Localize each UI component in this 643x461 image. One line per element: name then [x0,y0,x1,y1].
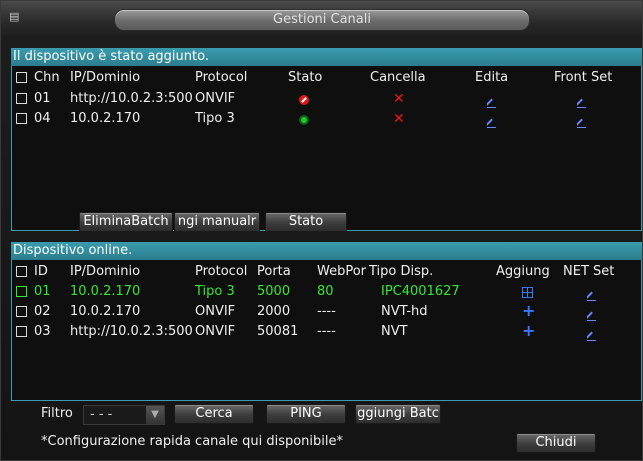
row-tipo: NVT-hd [381,304,428,319]
disconnected-icon [299,90,309,110]
row-chn: 04 [34,111,51,126]
window-menu-icon[interactable]: ▤ [9,11,19,23]
row-tipo: IPC4001627 [381,284,460,299]
row-webport: 80 [317,284,334,299]
col-protocol: Protocol [195,264,248,279]
row-checkbox[interactable] [16,306,27,317]
table-row[interactable]: 03 http://10.0.2.3:500 ONVIF 50081 ---- … [12,321,641,342]
added-table-header: Chn IP/Dominio Protocol Stato Cancella E… [12,68,641,88]
table-row[interactable]: 01 http://10.0.2.3:500 ONVIF ✕ [12,89,641,109]
filter-select[interactable]: - - - ▼ [83,405,165,425]
online-devices-panel: ID IP/Dominio Protocol Porta WebPor Tipo… [11,260,642,401]
row-id: 03 [34,324,51,339]
row-chn: 01 [34,91,51,106]
row-tipo: NVT [381,324,408,339]
ping-button[interactable]: PING [266,404,346,424]
row-protocol: Tipo 3 [195,111,235,126]
search-button[interactable]: Cerca [174,404,254,424]
row-webport: ---- [317,324,336,339]
col-front-set: Front Set [554,70,613,85]
row-protocol: ONVIF [195,91,236,106]
col-id: ID [34,264,48,279]
row-id: 02 [34,304,51,319]
online-table-header: ID IP/Dominio Protocol Porta WebPor Tipo… [12,262,641,282]
row-protocol: Tipo 3 [195,284,235,299]
col-tipo: Tipo Disp. [369,264,434,279]
row-protocol: ONVIF [195,304,236,319]
batch-add-button[interactable]: ggiungi Batc [355,404,441,424]
row-id: 01 [34,284,51,299]
delete-icon[interactable]: ✕ [393,89,405,109]
row-porta: 50081 [257,324,299,339]
net-set-icon[interactable] [587,327,597,347]
channel-manager-window: ▤ Gestioni Canali Il dispositivo è stato… [0,0,643,461]
table-row[interactable]: 01 10.0.2.170 Tipo 3 5000 80 IPC4001627 [12,282,641,302]
filter-label: Filtro [41,406,73,421]
added-icon[interactable] [522,283,533,303]
manual-add-button[interactable]: ngi manualr [174,212,260,232]
row-protocol: ONVIF [195,324,236,339]
add-icon[interactable]: + [522,301,535,321]
row-porta: 5000 [257,284,291,299]
added-devices-panel: Chn IP/Dominio Protocol Stato Cancella E… [11,66,642,232]
col-cancella: Cancella [370,70,426,85]
col-edita: Edita [475,70,509,85]
online-devices-header: Dispositivo online. [11,242,642,260]
row-webport: ---- [317,304,336,319]
quick-config-hint: *Configurazione rapida canale qui dispon… [41,434,344,449]
added-devices-header: Il dispositivo è stato aggiunto. [11,48,642,66]
table-row[interactable]: 04 10.0.2.170 Tipo 3 ✕ [12,109,641,129]
col-webport: WebPor [317,264,367,279]
add-icon[interactable]: + [522,321,535,341]
row-ip: 10.0.2.170 [70,284,141,299]
row-checkbox[interactable] [16,326,27,337]
delete-icon[interactable]: ✕ [393,109,405,129]
row-ip: 10.0.2.170 [70,304,141,319]
row-ip: http://10.0.2.3:500 [70,91,193,106]
connected-icon [299,110,309,130]
chevron-down-icon: ▼ [146,406,164,424]
col-chn: Chn [34,70,60,85]
row-checkbox[interactable] [16,113,27,124]
select-all-checkbox[interactable] [16,266,27,277]
close-button[interactable]: Chiudi [516,433,596,453]
window-title: Gestioni Canali [114,9,530,31]
front-set-icon[interactable] [577,114,587,134]
col-porta: Porta [257,264,291,279]
title-bar: ▤ Gestioni Canali [1,1,642,37]
col-protocol: Protocol [195,70,248,85]
col-ip: IP/Dominio [70,70,141,85]
filter-select-value: - - - [90,407,113,422]
table-row[interactable]: 02 10.0.2.170 ONVIF 2000 ---- NVT-hd + [12,301,641,322]
row-ip: 10.0.2.170 [70,111,141,126]
col-ip: IP/Dominio [70,264,141,279]
edit-icon[interactable] [487,114,497,134]
row-ip: http://10.0.2.3:500 [70,324,193,339]
batch-delete-button[interactable]: EliminaBatch [79,212,173,232]
row-porta: 2000 [257,304,291,319]
select-all-checkbox[interactable] [16,72,27,83]
col-aggiungi: Aggiung [496,264,550,279]
col-stato: Stato [288,70,323,85]
col-net-set: NET Set [563,264,615,279]
row-checkbox[interactable] [16,286,27,297]
row-checkbox[interactable] [16,93,27,104]
status-button[interactable]: Stato [265,212,347,232]
